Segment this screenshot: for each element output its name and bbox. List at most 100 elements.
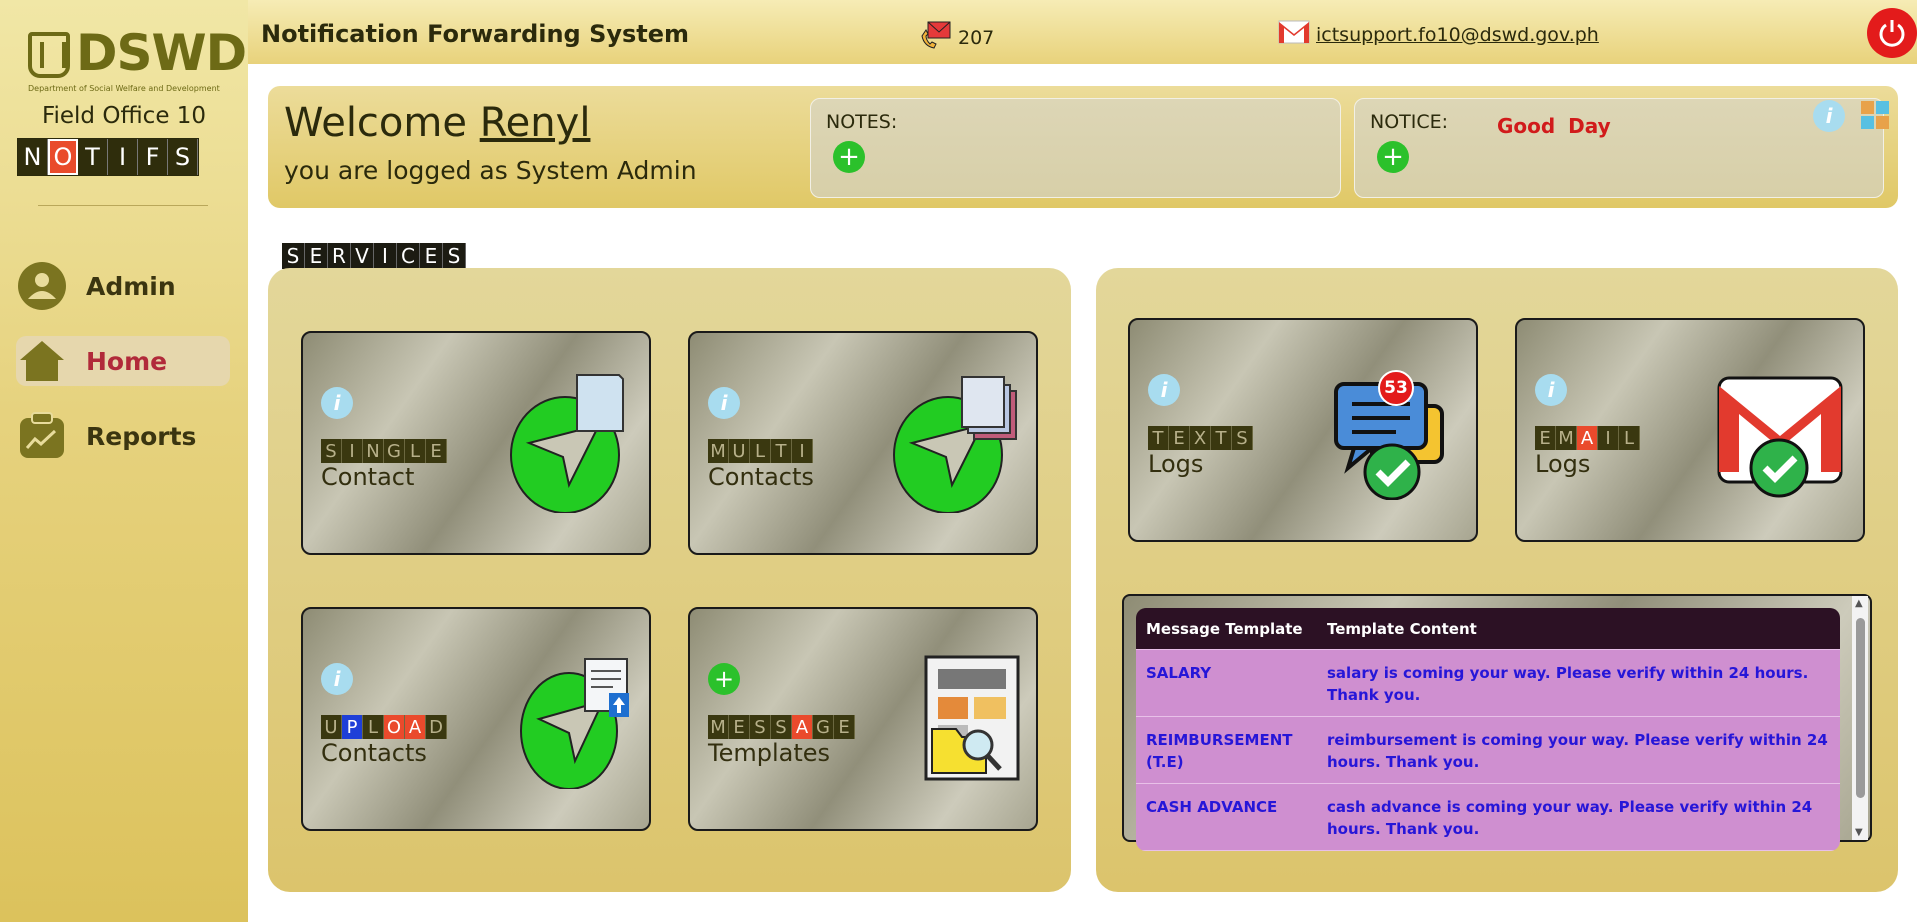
- sidebar-item-label: Admin: [86, 271, 176, 301]
- template-content: cash advance is coming your way. Please …: [1327, 798, 1813, 838]
- tag-letter: S: [750, 715, 771, 739]
- sidebar-item-reports[interactable]: Reports: [16, 411, 230, 461]
- notifs-letter: T: [78, 139, 108, 175]
- username-link[interactable]: Renyl: [480, 100, 591, 146]
- scrollbar-thumb[interactable]: [1856, 618, 1865, 798]
- send-single-icon: [510, 374, 624, 513]
- upload-contacts-card[interactable]: i U P L O A D Contacts: [301, 607, 651, 831]
- clipboard-icon: [16, 411, 68, 461]
- services-letter: S: [443, 243, 466, 269]
- template-name: REIMBURSEMENT (T.E): [1146, 731, 1293, 771]
- app-title: Notification Forwarding System: [261, 20, 690, 48]
- add-note-button[interactable]: +: [833, 141, 865, 173]
- tag-letter: L: [405, 439, 426, 463]
- notice-text: Good Day: [1497, 114, 1611, 138]
- tag-letter: S: [1232, 426, 1253, 450]
- user-icon: [16, 261, 68, 311]
- envelope-phone-icon: [920, 20, 952, 55]
- tag-letter: N: [363, 439, 384, 463]
- tag-letter: M: [708, 715, 729, 739]
- tag-letter: M: [1556, 426, 1577, 450]
- info-icon[interactable]: i: [321, 663, 353, 695]
- scroll-down-icon[interactable]: ▼: [1855, 827, 1863, 838]
- welcome-heading: Welcome Renyl: [284, 100, 590, 146]
- notice-label: NOTICE:: [1370, 111, 1449, 133]
- card-subtitle: Logs: [1535, 450, 1591, 478]
- single-contact-card[interactable]: i S I N G L E Contact: [301, 331, 651, 555]
- sidebar-item-admin[interactable]: Admin: [16, 261, 230, 311]
- info-icon[interactable]: i: [708, 387, 740, 419]
- message-templates-card[interactable]: + M E S S A G E Templates: [688, 607, 1038, 831]
- table-row[interactable]: SALARY salary is coming your way. Please…: [1136, 650, 1840, 717]
- notifs-logo: N O T I F S: [17, 138, 199, 176]
- template-table-container: Message Template Template Content SALARY…: [1122, 594, 1872, 851]
- tag-letter: E: [729, 715, 750, 739]
- texts-count-badge: 53: [1378, 370, 1414, 406]
- card-tag: M U L T I: [708, 439, 813, 463]
- tag-letter: A: [1577, 426, 1598, 450]
- table-scrollbar[interactable]: ▲ ▼: [1852, 596, 1868, 840]
- scroll-up-icon[interactable]: ▲: [1855, 598, 1863, 609]
- tag-letter: A: [405, 715, 426, 739]
- top-bar: Notification Forwarding System 207 ictsu…: [248, 0, 1917, 64]
- field-office-label: Field Office 10: [41, 103, 207, 129]
- tag-letter: L: [363, 715, 384, 739]
- gmail-icon: [1278, 20, 1310, 49]
- support-email: ictsupport.fo10@dswd.gov.ph: [1316, 23, 1599, 46]
- services-letter: E: [305, 243, 328, 269]
- department-name: Department of Social Welfare and Develop…: [28, 84, 220, 93]
- tag-letter: I: [792, 439, 813, 463]
- tag-letter: G: [384, 439, 405, 463]
- services-label: S E R V I C E S: [282, 243, 466, 269]
- support-email-link[interactable]: ictsupport.fo10@dswd.gov.ph: [1278, 20, 1599, 49]
- tag-letter: L: [1619, 426, 1640, 450]
- card-tag: U P L O A D: [321, 715, 447, 739]
- table-row[interactable]: REIMBURSEMENT (T.E) reimbursement is com…: [1136, 717, 1840, 784]
- notifs-letter: S: [168, 139, 198, 175]
- table-row[interactable]: CASH ADVANCE cash advance is coming your…: [1136, 784, 1840, 851]
- tag-letter: U: [321, 715, 342, 739]
- card-subtitle: Templates: [708, 739, 831, 767]
- tag-letter: X: [1190, 426, 1211, 450]
- tag-letter: I: [1598, 426, 1619, 450]
- notice-box: NOTICE: Good Day +: [1354, 98, 1884, 198]
- dswd-emblem-icon: [28, 32, 70, 78]
- card-tag: S I N G L E: [321, 439, 447, 463]
- tag-letter: S: [771, 715, 792, 739]
- services-panel: i S I N G L E Contact i M U L T I Contac…: [268, 268, 1071, 892]
- notes-label: NOTES:: [826, 111, 898, 133]
- email-logs-card[interactable]: i E M A I L Logs: [1515, 318, 1865, 542]
- gmail-check-icon: [1717, 376, 1843, 498]
- dashboard-grid-icon[interactable]: [1860, 100, 1890, 130]
- card-subtitle: Contacts: [321, 739, 427, 767]
- info-icon[interactable]: i: [1813, 100, 1845, 132]
- badge-count: 53: [1384, 378, 1408, 398]
- add-notice-button[interactable]: +: [1377, 141, 1409, 173]
- texts-logs-card[interactable]: i T E X T S Logs 53: [1128, 318, 1478, 542]
- sidebar-item-home[interactable]: Home: [16, 336, 230, 386]
- message-count: 207: [958, 26, 995, 49]
- logout-button[interactable]: [1867, 8, 1917, 58]
- template-table: Message Template Template Content SALARY…: [1136, 608, 1840, 851]
- brand-name: DSWD: [76, 24, 247, 82]
- tag-letter: E: [834, 715, 855, 739]
- tag-letter: P: [342, 715, 363, 739]
- tag-letter: L: [750, 439, 771, 463]
- template-name: SALARY: [1146, 664, 1212, 682]
- table-header-row: Message Template Template Content: [1136, 608, 1840, 650]
- power-icon: [1879, 20, 1905, 47]
- message-counter[interactable]: 207: [920, 20, 994, 55]
- tag-letter: T: [1211, 426, 1232, 450]
- tag-letter: A: [792, 715, 813, 739]
- info-icon[interactable]: i: [1535, 374, 1567, 406]
- notifs-letter: I: [108, 139, 138, 175]
- info-icon[interactable]: i: [1148, 374, 1180, 406]
- home-icon: [16, 336, 68, 386]
- info-icon[interactable]: i: [321, 387, 353, 419]
- tag-letter: S: [321, 439, 342, 463]
- multi-contacts-card[interactable]: i M U L T I Contacts: [688, 331, 1038, 555]
- card-tag: E M A I L: [1535, 426, 1640, 450]
- tag-letter: E: [1169, 426, 1190, 450]
- services-letter: R: [328, 243, 351, 269]
- add-template-button[interactable]: +: [708, 663, 740, 695]
